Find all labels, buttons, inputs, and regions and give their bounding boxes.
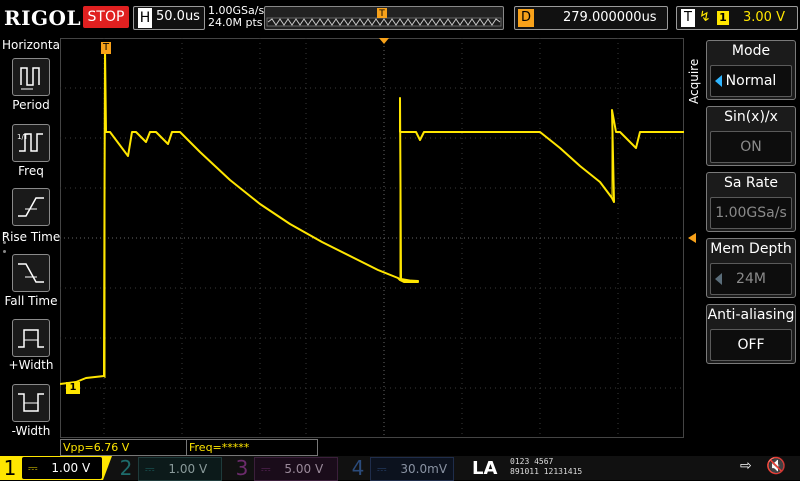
freq-button[interactable]: 1/T <box>12 124 50 162</box>
fall-time-label: Fall Time <box>4 294 58 308</box>
arrow-left-icon <box>715 75 722 87</box>
rise-time-button[interactable] <box>12 188 50 226</box>
channel1-number: 1 <box>3 456 17 480</box>
anti-aliasing-value: OFF <box>710 329 792 361</box>
waveform-canvas <box>59 38 700 440</box>
waveform-display[interactable]: T 1 <box>59 38 700 440</box>
mem-depth-title: Mem Depth <box>710 241 792 257</box>
sinx-title: Sin(x)/x <box>724 109 778 125</box>
sa-rate-softkey[interactable]: Sa Rate 1.00GSa/s <box>706 172 796 232</box>
horizontal-scale-value: 50.0us <box>156 9 200 24</box>
horizontal-scale-box[interactable]: H 50.0us <box>133 6 205 30</box>
mode-title: Mode <box>731 43 771 59</box>
freq-label: Freq <box>18 164 44 178</box>
menu-title: Horizontal <box>2 38 64 52</box>
run-stop-indicator[interactable]: STOP <box>83 6 129 28</box>
speaker-muted-icon[interactable]: 🔇 <box>766 456 786 475</box>
mode-softkey[interactable]: Mode Normal <box>706 40 796 100</box>
rise-time-icon <box>18 197 44 217</box>
dc-coupling-icon: ⎓ <box>377 462 387 476</box>
minus-width-icon <box>18 393 44 412</box>
plus-width-button[interactable] <box>12 319 50 357</box>
channel3-number: 3 <box>235 456 249 480</box>
mem-depth-value-box[interactable]: 24M <box>710 263 792 295</box>
la-row-1: 0123 4567 <box>510 457 554 466</box>
mode-value: Normal <box>725 73 777 89</box>
svg-text:T: T <box>378 9 385 19</box>
vpp-measurement[interactable]: Vpp=6.76 V <box>60 439 188 456</box>
sinx-softkey[interactable]: Sin(x)/x ON <box>706 106 796 166</box>
svg-text:1/T: 1/T <box>17 133 29 141</box>
channel1-ground-marker[interactable]: 1 <box>66 382 80 394</box>
freq-measurement[interactable]: Freq=***** <box>186 439 318 456</box>
mem-depth-value: 24M <box>736 271 766 287</box>
period-button[interactable] <box>12 58 50 96</box>
logic-analyzer-label[interactable]: LA <box>472 458 497 479</box>
mem-depth-softkey[interactable]: Mem Depth 24M <box>706 238 796 298</box>
sa-rate-title: Sa Rate <box>723 175 779 191</box>
channel2-number: 2 <box>119 456 133 480</box>
channel1-scale: 1.00 V <box>51 461 91 475</box>
mode-value-box[interactable]: Normal <box>710 65 792 97</box>
delay-label: D <box>518 9 534 27</box>
channel3-scale: 5.00 V <box>284 462 324 476</box>
channel4-tab[interactable]: 4 ⎓ 30.0mV <box>348 456 460 481</box>
minus-width-label: -Width <box>11 424 51 438</box>
la-row-2: 891011 12131415 <box>510 467 583 476</box>
plus-width-icon <box>18 329 44 348</box>
logic-analyzer-channels: 0123 4567 891011 12131415 <box>510 457 582 477</box>
plus-width-label: +Width <box>8 358 54 372</box>
memory-points: 24.0M pts <box>208 16 263 29</box>
sinx-value: ON <box>710 131 792 163</box>
channel2-tab[interactable]: 2 ⎓ 1.00 V <box>116 456 228 481</box>
horizontal-label: H <box>138 8 152 28</box>
memory-timeline-bar[interactable]: T <box>264 6 504 30</box>
channel2-scale: 1.00 V <box>168 462 208 476</box>
brand-logo: RIGOL <box>4 6 82 30</box>
period-icon <box>20 67 40 90</box>
minus-width-button[interactable] <box>12 384 50 422</box>
anti-aliasing-title: Anti-aliasing <box>707 307 795 323</box>
usb-icon: ⇨ <box>740 458 752 474</box>
period-label: Period <box>12 98 50 112</box>
channel3-tab[interactable]: 3 ⎓ 5.00 V <box>232 456 344 481</box>
dc-coupling-icon: ⎓ <box>261 462 271 476</box>
arrow-left-icon <box>715 273 722 285</box>
delay-box[interactable]: D 279.000000us <box>514 6 668 30</box>
trigger-box[interactable]: T ↯ 1 3.00 V <box>676 6 798 30</box>
rise-time-label: Rise Time <box>1 230 61 244</box>
sample-info: 1.00GSa/s 24.0M pts <box>208 5 264 29</box>
fall-time-icon <box>18 263 44 283</box>
delay-value: 279.000000us <box>563 10 657 25</box>
trigger-label: T <box>681 9 695 27</box>
rising-edge-icon: ↯ <box>699 9 711 25</box>
dc-coupling-icon: ⎓ <box>28 461 38 475</box>
channel4-number: 4 <box>351 456 365 480</box>
anti-aliasing-softkey[interactable]: Anti-aliasing OFF <box>706 304 796 364</box>
horizontal-measure-menu: Horizontal Period 1/T Freq Rise Time Fal… <box>0 38 64 440</box>
acquire-section-label: Acquire <box>687 58 701 104</box>
freq-icon: 1/T <box>17 133 43 152</box>
dc-coupling-icon: ⎓ <box>145 462 155 476</box>
channel4-scale: 30.0mV <box>400 462 448 476</box>
trigger-channel: 1 <box>717 11 729 25</box>
trigger-level-marker[interactable] <box>688 233 696 243</box>
channel1-tab[interactable]: 1 ⎓ 1.00 V <box>0 456 112 480</box>
sa-rate-value: 1.00GSa/s <box>710 197 792 229</box>
fall-time-button[interactable] <box>12 254 50 292</box>
trigger-marker[interactable]: T <box>101 42 111 54</box>
top-status-bar: RIGOL STOP H 50.0us 1.00GSa/s 24.0M pts … <box>0 0 800 36</box>
trigger-level: 3.00 V <box>743 10 785 25</box>
